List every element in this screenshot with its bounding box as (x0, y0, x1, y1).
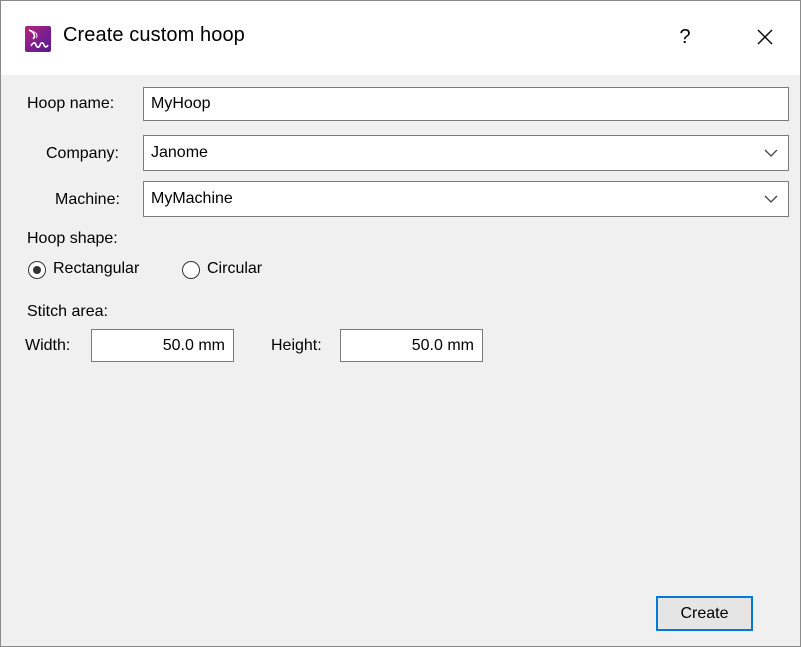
machine-dropdown[interactable]: MyMachine (143, 181, 789, 217)
machine-label: Machine: (55, 191, 120, 208)
circular-radio[interactable] (182, 261, 200, 279)
width-label: Width: (25, 337, 71, 354)
circular-label[interactable]: Circular (207, 260, 262, 278)
embroidery-app-icon (25, 26, 51, 52)
hoop-name-input[interactable]: MyHoop (143, 87, 789, 121)
chevron-down-icon (764, 195, 778, 203)
company-label: Company: (46, 145, 119, 162)
stitch-area-label: Stitch area: (27, 303, 108, 320)
height-label: Height: (271, 337, 322, 354)
create-button[interactable]: Create (656, 596, 753, 631)
machine-value: MyMachine (151, 190, 233, 207)
close-icon (757, 29, 773, 45)
radio-selected-dot (33, 266, 41, 274)
help-button[interactable]: ? (665, 17, 705, 57)
height-spinbox[interactable]: 50.0 mm (340, 329, 483, 362)
rectangular-radio[interactable] (28, 261, 46, 279)
title-bar: Create custom hoop ? (1, 1, 800, 75)
chevron-down-icon (764, 149, 778, 157)
company-dropdown[interactable]: Janome (143, 135, 789, 171)
hoop-shape-label: Hoop shape: (27, 230, 118, 247)
rectangular-label[interactable]: Rectangular (53, 260, 139, 278)
company-value: Janome (151, 144, 208, 161)
create-custom-hoop-dialog: Create custom hoop ? Hoop name: MyHoop C… (0, 0, 801, 647)
hoop-name-label: Hoop name: (27, 95, 115, 112)
width-spinbox[interactable]: 50.0 mm (91, 329, 234, 362)
dialog-title: Create custom hoop (63, 24, 245, 46)
close-button[interactable] (745, 17, 785, 57)
